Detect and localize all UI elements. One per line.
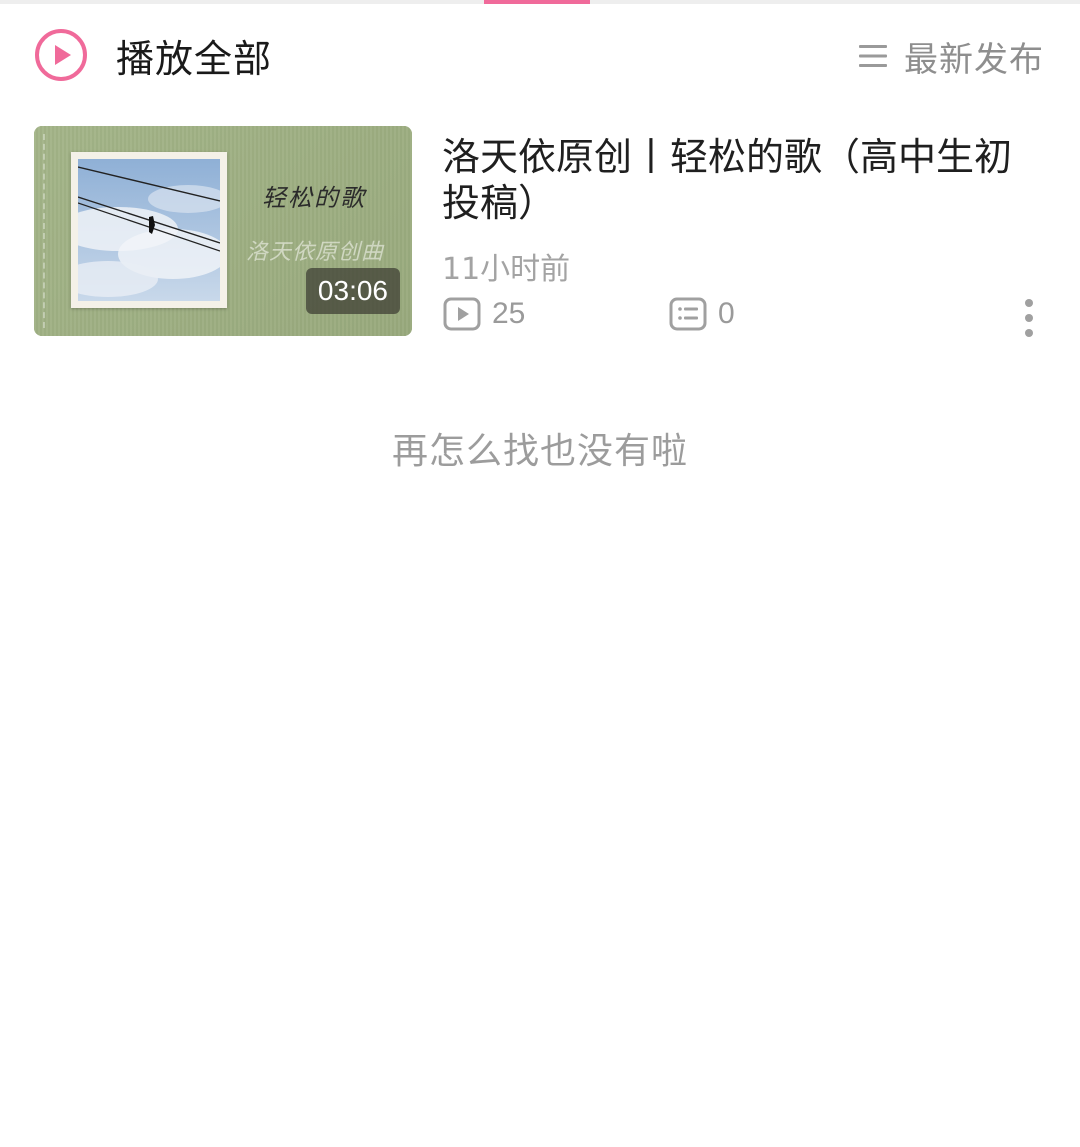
thumbnail-title-text: 轻松的歌: [262, 184, 366, 212]
thumbnail-photo: [71, 152, 227, 308]
more-vertical-icon[interactable]: [1014, 296, 1044, 340]
sort-button[interactable]: 最新发布: [858, 33, 1044, 80]
sky-photo: [78, 159, 220, 301]
video-title[interactable]: 洛天依原创丨轻松的歌（高中生初投稿）: [442, 134, 1032, 226]
play-count-icon: [443, 297, 481, 331]
comment-count-value: 0: [718, 297, 735, 330]
sort-lines-icon: [859, 45, 887, 67]
sky-wires-image: [78, 159, 220, 301]
play-all-label: 播放全部: [116, 36, 273, 81]
play-count: 25: [442, 294, 525, 334]
end-of-list-text: 再怎么找也没有啦: [391, 431, 688, 472]
video-thumbnail[interactable]: 轻松的歌 洛天依原创曲 03:06: [34, 126, 412, 336]
comment-count: 0: [668, 294, 735, 334]
play-all-button[interactable]: 播放全部: [34, 27, 272, 83]
video-list-item[interactable]: 轻松的歌 洛天依原创曲 03:06 洛天依原创丨轻松的歌（高中生初投稿） 11小…: [34, 126, 1046, 338]
thumbnail-stitch-line: [43, 134, 45, 328]
sort-label: 最新发布: [904, 39, 1044, 80]
publish-time: 11小时前: [442, 252, 571, 287]
play-count-value: 25: [492, 297, 526, 330]
comment-icon: [669, 297, 707, 331]
thumbnail-subtitle-text: 洛天依原创曲: [246, 240, 385, 265]
duration-badge: 03:06: [305, 268, 400, 314]
tab-indicator: [484, 0, 590, 4]
play-circle-icon: [35, 29, 87, 81]
